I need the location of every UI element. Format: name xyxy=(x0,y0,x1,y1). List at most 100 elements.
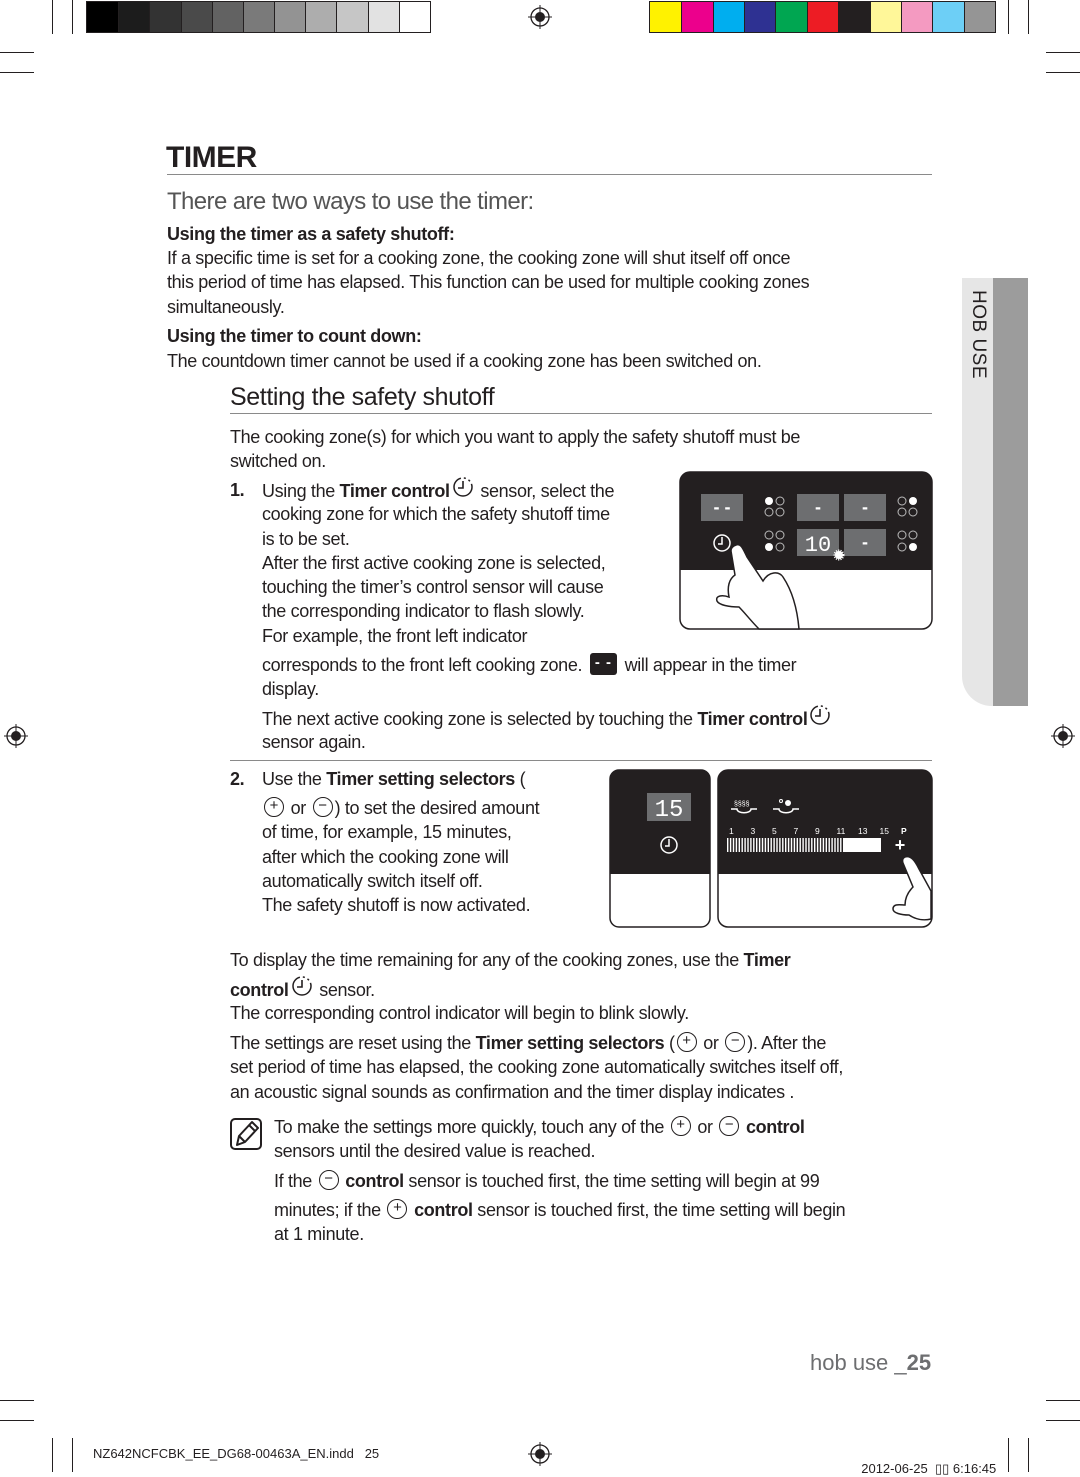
bold-term: Timer control xyxy=(697,708,808,729)
text-span: sensor again. xyxy=(262,732,366,753)
text-line: To make the settings more quickly, touch… xyxy=(274,1115,805,1139)
scale-bar xyxy=(767,838,769,852)
text-line: cooking zone for which the safety shutof… xyxy=(262,502,614,526)
svg-text:- -: - - xyxy=(714,497,731,517)
text-span: If the xyxy=(274,1171,317,1191)
svg-text:§§§§: §§§§ xyxy=(734,801,750,808)
timer-icon xyxy=(452,476,474,504)
text-line: The corresponding control indicator will… xyxy=(230,1001,689,1025)
text-line: The cooking zone(s) for which you want t… xyxy=(230,425,800,449)
text-span: after which the cooking zone will xyxy=(262,846,509,867)
text-line: The safety shutoff is now activated. xyxy=(262,893,539,917)
color-swatch xyxy=(336,2,368,32)
scale-bar xyxy=(831,838,833,852)
scale-bar xyxy=(840,838,842,852)
scale-bar xyxy=(822,838,825,852)
step-divider xyxy=(230,760,932,761)
zone-display: - xyxy=(797,494,839,521)
power-slider-illustration: §§§§ 1 3 5 7 9 11 13 15 P + xyxy=(717,769,933,928)
text-line: If the − control sensor is touched first… xyxy=(274,1169,820,1193)
scale-bar xyxy=(799,838,801,852)
scale-bar xyxy=(756,838,758,852)
scale-bar xyxy=(828,838,830,852)
scale-bar xyxy=(796,838,798,852)
scale-label: 1 xyxy=(729,826,734,836)
text-line: Use the Timer setting selectors ( xyxy=(262,767,526,791)
scale-bar xyxy=(776,838,778,852)
text-span: display. xyxy=(262,679,319,700)
crop-mark xyxy=(1046,1420,1080,1421)
plus-circle-icon: + xyxy=(387,1199,408,1220)
text-line: simultaneously. xyxy=(167,295,809,319)
step-2-text: Use the Timer setting selectors ( xyxy=(262,767,526,791)
text-span: the corresponding indicator to flash slo… xyxy=(262,601,585,622)
color-swatch xyxy=(367,2,399,32)
text-line: After the first active cooking zone is s… xyxy=(262,551,614,575)
color-swatch xyxy=(305,2,337,32)
scale-bar xyxy=(837,838,839,852)
display-text-3: The corresponding control indicator will… xyxy=(230,1001,689,1025)
bold-term: control xyxy=(345,1171,404,1191)
text-span: The corresponding control indicator will… xyxy=(230,1003,689,1023)
color-swatch xyxy=(712,2,745,32)
color-swatch xyxy=(869,2,901,32)
text-span: this period of time has elapsed. This fu… xyxy=(167,272,810,293)
text-span: The cooking zone(s) for which you want t… xyxy=(230,427,801,447)
zone-display: - xyxy=(844,494,886,521)
text-span: set period of time has elapsed, the cook… xyxy=(230,1057,843,1078)
section-title: Setting the safety shutoff xyxy=(230,383,495,411)
text-span: To display the time remaining for any of… xyxy=(230,950,744,970)
count-text: The countdown timer cannot be used if a … xyxy=(167,349,762,373)
color-swatch xyxy=(806,2,839,32)
text-span: will appear in the timer xyxy=(619,655,797,675)
step-2-number: 2. xyxy=(230,769,245,789)
color-swatch xyxy=(149,2,181,32)
timer-display-illustration: 15 xyxy=(609,769,711,928)
crop-mark xyxy=(0,52,34,53)
text-line: Using the Timer control sensor, select t… xyxy=(262,476,615,504)
display-text-2: control sensor. xyxy=(230,976,375,1001)
text-span: For example, the front left indicator xyxy=(262,625,528,646)
text-line: at 1 minute. xyxy=(274,1222,845,1246)
scale-label: 15 xyxy=(880,826,890,836)
text-span: After the first active cooking zone is s… xyxy=(262,552,606,573)
scale-bar xyxy=(834,838,836,852)
crop-mark xyxy=(52,1438,53,1472)
scale-bar xyxy=(819,838,822,852)
text-span: ( xyxy=(514,769,526,789)
text-span: sensor is touched first, the time settin… xyxy=(472,1200,846,1220)
side-tab-label: HOB USE xyxy=(968,290,989,380)
process-color-bar xyxy=(649,1,996,33)
minus-circle-icon: − xyxy=(719,1116,740,1137)
color-swatch xyxy=(398,2,430,32)
text-span: automatically switch itself off. xyxy=(262,870,483,891)
scale-bar xyxy=(814,838,816,852)
crop-mark xyxy=(1008,0,1009,34)
crop-mark xyxy=(72,1438,73,1472)
footer-time: ▯▯ 6:16:45 xyxy=(934,1461,997,1476)
crop-mark xyxy=(1028,0,1029,34)
text-span: Using the xyxy=(262,480,340,501)
crop-mark xyxy=(1046,1400,1080,1401)
crop-mark xyxy=(72,0,73,34)
bold-term: control xyxy=(745,1117,805,1137)
text-line: an acoustic signal sounds as confirmatio… xyxy=(230,1080,843,1104)
text-line: touching the timer’s control sensor will… xyxy=(262,575,614,599)
text-line: this period of time has elapsed. This fu… xyxy=(167,270,810,294)
text-span: sensors until the desired value is reach… xyxy=(274,1141,596,1162)
text-line: automatically switch itself off. xyxy=(262,869,539,893)
text-span: or xyxy=(286,798,311,818)
bold-term: control xyxy=(414,1200,473,1220)
step-1-number: 1. xyxy=(230,480,245,500)
text-span: switched on. xyxy=(230,451,326,472)
side-tab-strip xyxy=(993,278,1028,706)
text-line: The settings are reset using the Timer s… xyxy=(230,1031,843,1055)
text-span: sensor. xyxy=(314,979,375,1000)
text-span: sensor, select the xyxy=(475,480,615,501)
text-span: at 1 minute. xyxy=(274,1224,364,1245)
registration-mark-icon xyxy=(1051,724,1075,748)
text-line: set period of time has elapsed, the cook… xyxy=(230,1055,843,1079)
color-swatch xyxy=(932,2,964,32)
text-span: The countdown timer cannot be used if a … xyxy=(167,351,762,371)
registration-mark-icon xyxy=(528,1442,552,1466)
